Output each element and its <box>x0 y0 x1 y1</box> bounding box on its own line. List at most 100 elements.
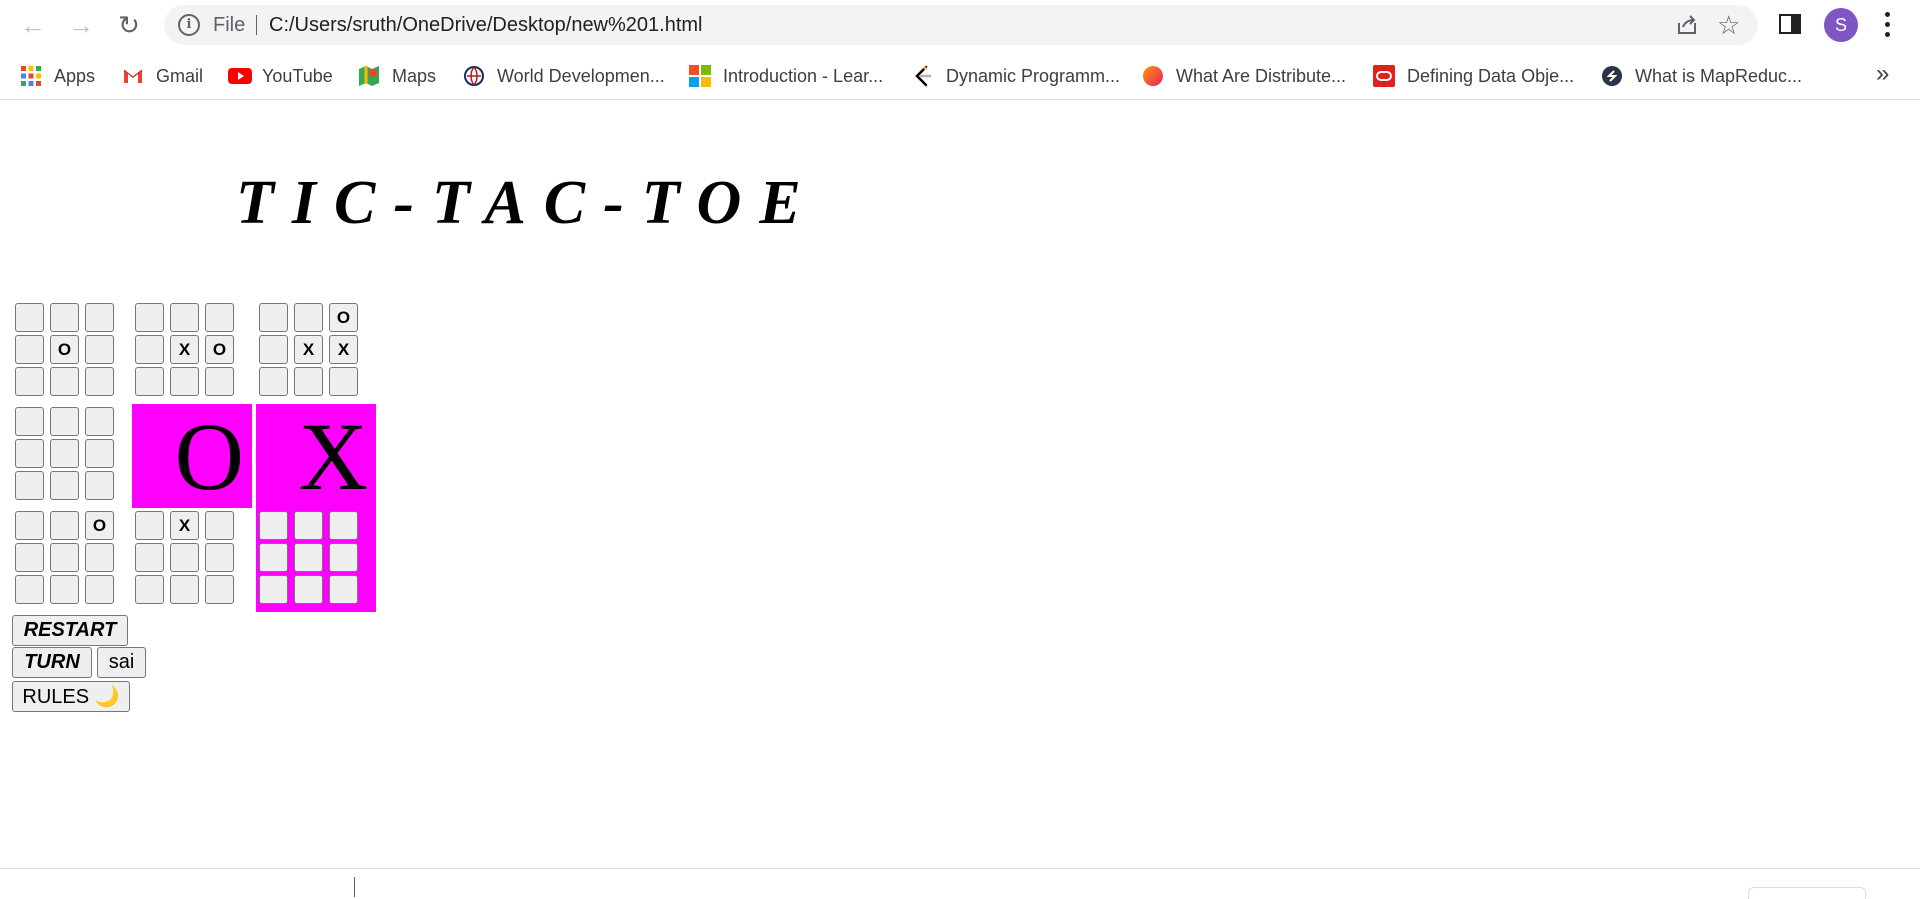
board-cell[interactable] <box>85 407 114 436</box>
reload-icon[interactable]: ↻ <box>110 6 148 44</box>
board-cell[interactable] <box>135 367 164 396</box>
site-info-icon[interactable]: i <box>178 14 200 36</box>
board-cell[interactable] <box>205 303 234 332</box>
board-cell[interactable] <box>259 335 288 364</box>
board-cell[interactable] <box>15 335 44 364</box>
forward-arrow-icon[interactable]: → <box>62 6 100 44</box>
bookmark-label: Maps <box>392 65 437 86</box>
board-cell[interactable] <box>85 439 114 468</box>
board-cell[interactable] <box>15 575 44 604</box>
bookmark-gmail[interactable]: Gmail <box>122 62 203 90</box>
rules-button[interactable]: RULES 🌙 <box>12 681 130 712</box>
board-cell[interactable] <box>15 407 44 436</box>
youtube-icon <box>228 65 252 87</box>
profile-avatar[interactable]: S <box>1824 8 1858 42</box>
board-cell[interactable] <box>50 303 79 332</box>
board-cell[interactable] <box>15 471 44 500</box>
browser-menu-icon[interactable] <box>1880 10 1894 40</box>
leetcode-icon <box>912 65 934 87</box>
address-url[interactable]: C:/Users/sruth/OneDrive/Desktop/new%201.… <box>269 14 703 37</box>
side-panel-icon[interactable] <box>1779 14 1801 34</box>
dark-circle-icon <box>1601 65 1623 87</box>
board-cell[interactable] <box>15 303 44 332</box>
board-cell[interactable] <box>85 303 114 332</box>
restart-button[interactable]: RESTART <box>12 615 128 646</box>
board-cell[interactable] <box>170 367 199 396</box>
board-cell[interactable] <box>15 511 44 540</box>
bookmark-label: Introduction - Lear... <box>723 65 884 86</box>
bookmark-apps[interactable]: Apps <box>20 62 95 90</box>
board-cell[interactable] <box>294 543 323 572</box>
board-cell[interactable]: O <box>329 303 358 332</box>
board-cell[interactable] <box>170 543 199 572</box>
board-cell[interactable] <box>50 511 79 540</box>
board-cell[interactable] <box>50 575 79 604</box>
board-cell[interactable] <box>259 511 288 540</box>
board-cell[interactable] <box>205 367 234 396</box>
board-cell[interactable] <box>294 511 323 540</box>
sub-board: O <box>12 508 132 612</box>
bookmarks-overflow-icon[interactable]: » <box>1876 60 1889 88</box>
board-cell[interactable] <box>259 367 288 396</box>
back-arrow-icon[interactable]: ← <box>14 6 52 44</box>
board-cell[interactable] <box>259 543 288 572</box>
board-cell[interactable] <box>135 543 164 572</box>
board-cell[interactable] <box>259 575 288 604</box>
board-cell[interactable]: X <box>170 511 199 540</box>
board-cell[interactable] <box>205 543 234 572</box>
board-cell[interactable] <box>50 439 79 468</box>
board-cell[interactable] <box>205 511 234 540</box>
board-cell[interactable] <box>135 335 164 364</box>
apps-grid-icon <box>20 65 42 87</box>
board-cell[interactable] <box>329 543 358 572</box>
bookmark-defining-data[interactable]: Defining Data Obje... <box>1373 62 1574 90</box>
microsoft-icon <box>689 65 711 87</box>
board-cell[interactable] <box>135 511 164 540</box>
board-cell[interactable] <box>329 575 358 604</box>
board-cell[interactable] <box>170 303 199 332</box>
board-cell[interactable] <box>15 367 44 396</box>
board-cell[interactable] <box>50 367 79 396</box>
board-cell[interactable]: X <box>329 335 358 364</box>
board-cell[interactable]: O <box>50 335 79 364</box>
bookmark-mapreduce[interactable]: What is MapReduc... <box>1601 62 1802 90</box>
board-cell[interactable] <box>85 471 114 500</box>
board-cell[interactable] <box>15 543 44 572</box>
bookmarks-bar: Apps Gmail YouTube Maps World Developmen… <box>0 52 1920 100</box>
board-cell[interactable] <box>294 575 323 604</box>
board-cell[interactable]: O <box>85 511 114 540</box>
board-cell[interactable] <box>85 543 114 572</box>
board-cell[interactable] <box>135 575 164 604</box>
player-name-button[interactable]: sai <box>97 647 146 678</box>
board-cell[interactable] <box>259 303 288 332</box>
bookmark-maps[interactable]: Maps <box>358 62 436 90</box>
board-cell[interactable] <box>50 471 79 500</box>
board-cell[interactable] <box>15 439 44 468</box>
bookmark-star-icon[interactable]: ☆ <box>1717 9 1740 41</box>
board-cell[interactable] <box>85 367 114 396</box>
board-cell[interactable] <box>329 367 358 396</box>
share-icon[interactable] <box>1675 13 1699 37</box>
board-cell[interactable]: X <box>170 335 199 364</box>
browser-toolbar: ← → ↻ i File C:/Users/sruth/OneDrive/Des… <box>0 0 1920 50</box>
board-cell[interactable] <box>205 575 234 604</box>
board-cell[interactable] <box>135 303 164 332</box>
bookmark-world-development[interactable]: World Developmen... <box>463 62 665 90</box>
bookmark-introduction[interactable]: Introduction - Lear... <box>689 62 883 90</box>
board-cell[interactable]: O <box>205 335 234 364</box>
board-cell[interactable] <box>50 543 79 572</box>
board-cell[interactable] <box>85 575 114 604</box>
board-cell[interactable] <box>294 367 323 396</box>
board-cell[interactable]: X <box>294 335 323 364</box>
board-cell[interactable] <box>170 575 199 604</box>
board-cell[interactable] <box>329 511 358 540</box>
bookmark-youtube[interactable]: YouTube <box>228 62 333 90</box>
bookmark-distributed[interactable]: What Are Distribute... <box>1142 62 1346 90</box>
bookmark-label: Apps <box>54 65 96 86</box>
board-cell[interactable] <box>294 303 323 332</box>
board-cell[interactable] <box>50 407 79 436</box>
address-bar[interactable]: i File C:/Users/sruth/OneDrive/Desktop/n… <box>164 5 1758 45</box>
board-cell[interactable] <box>85 335 114 364</box>
bookmark-dynamic-programming[interactable]: Dynamic Programm... <box>912 62 1120 90</box>
turn-button[interactable]: TURN <box>12 647 92 678</box>
